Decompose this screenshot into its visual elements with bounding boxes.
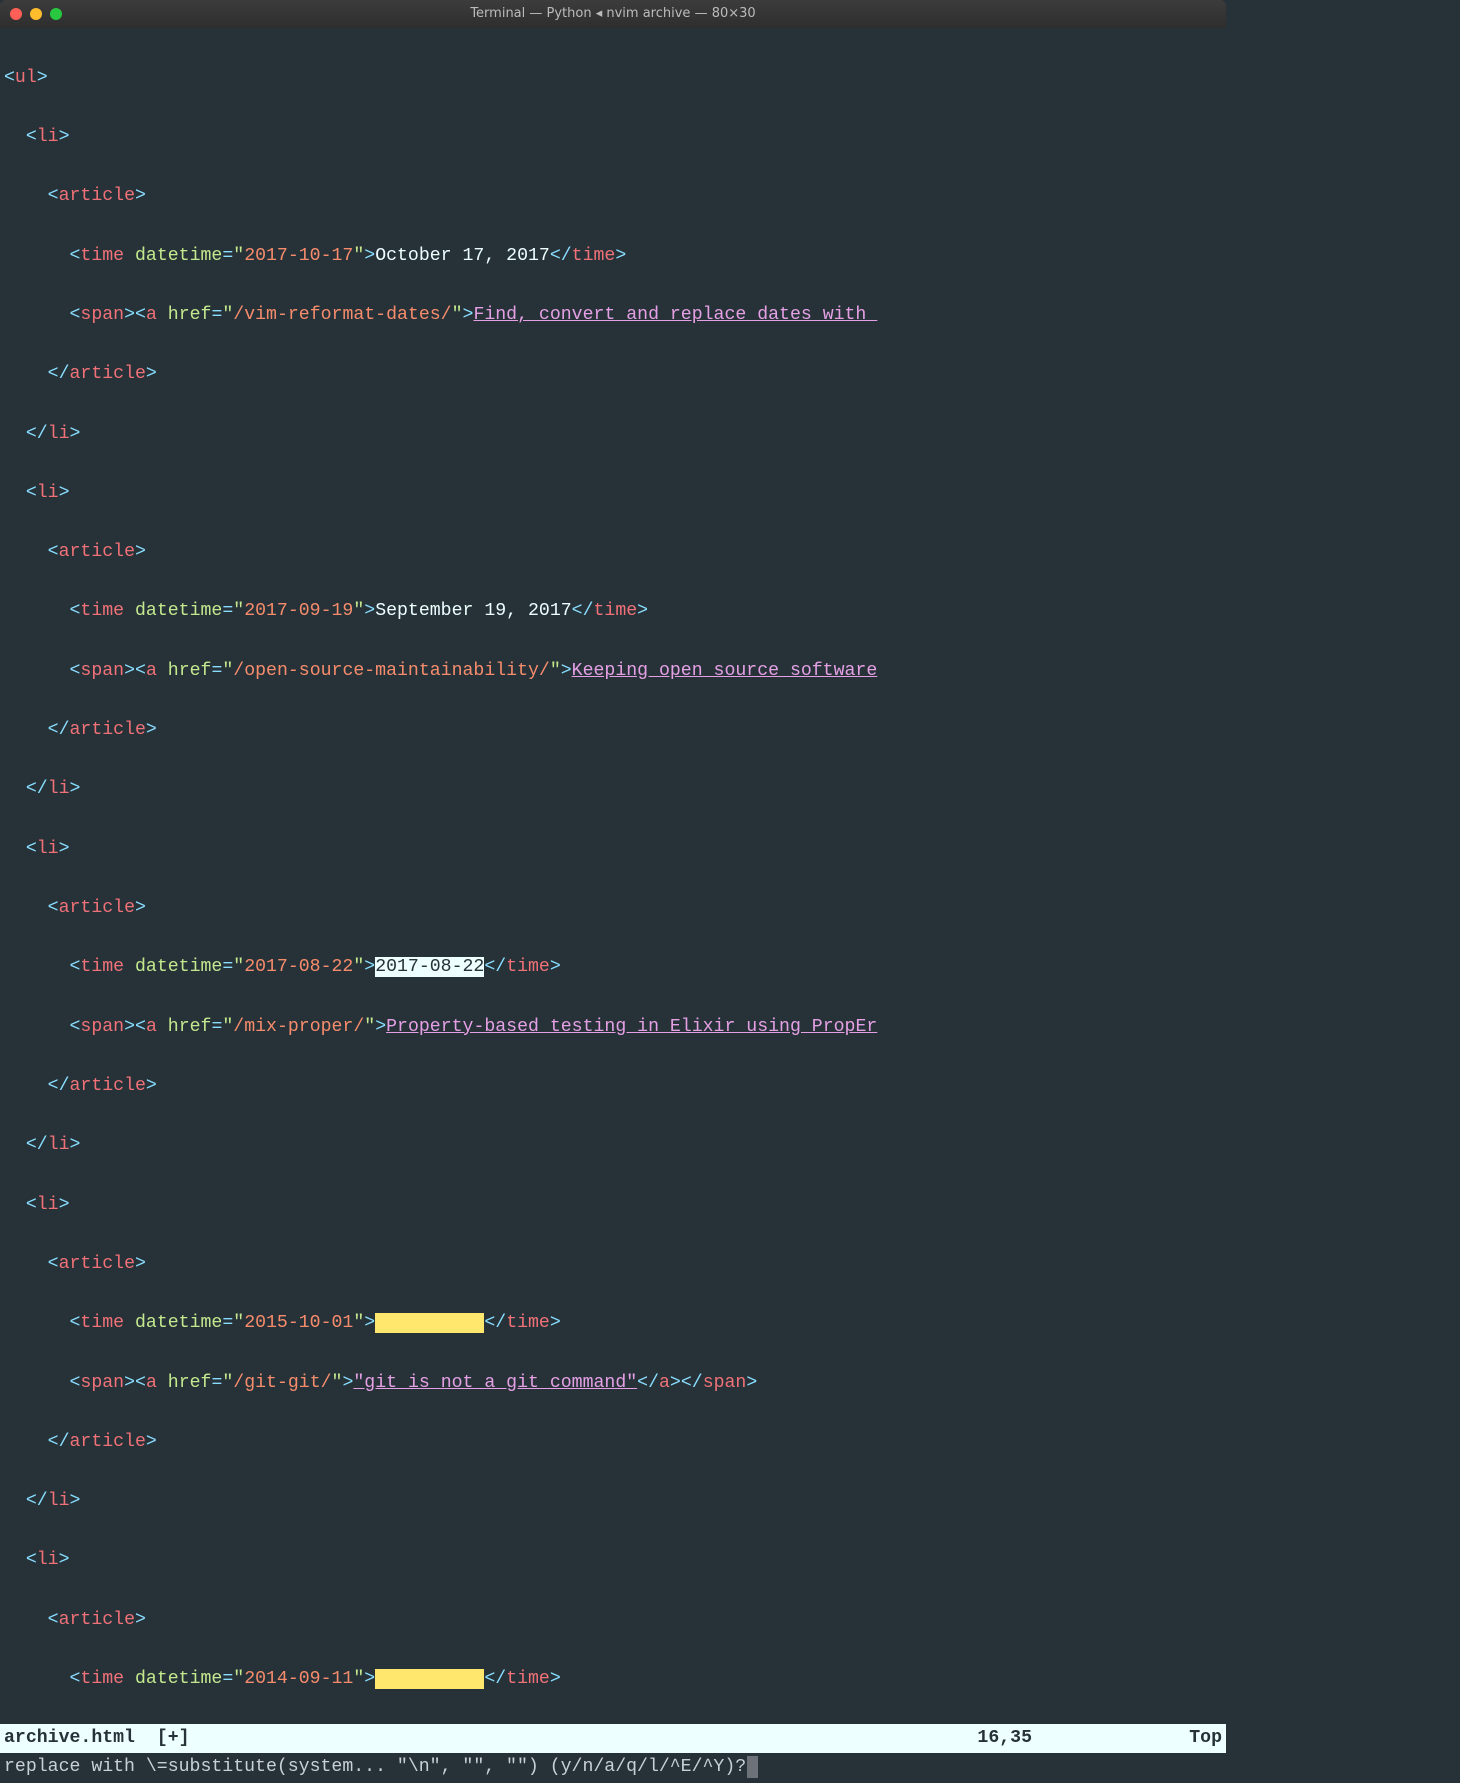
code-line: </article> xyxy=(4,1072,1222,1102)
code-line: <article> xyxy=(4,1606,1222,1636)
commandline[interactable]: replace with \=substitute(system... "\n"… xyxy=(0,1753,1226,1783)
code-line: <article> xyxy=(4,182,1222,212)
code-line: <li> xyxy=(4,123,1222,153)
search-match: 2015-10-01 xyxy=(375,1313,484,1333)
code-line: <time datetime="2017-08-22">2017-08-22</… xyxy=(4,953,1222,983)
code-line: <time datetime="2017-09-19">September 19… xyxy=(4,597,1222,627)
code-line: </li> xyxy=(4,420,1222,450)
code-line: </li> xyxy=(4,1487,1222,1517)
link-text: Keeping open source software xyxy=(572,661,878,681)
code-line: </article> xyxy=(4,360,1222,390)
code-line: <time datetime="2014-09-11">2014-09-11</… xyxy=(4,1665,1222,1695)
code-line: <li> xyxy=(4,1191,1222,1221)
code-line: <span><a href="/vim-reformat-dates/">Fin… xyxy=(4,301,1222,331)
maximize-icon[interactable] xyxy=(50,8,62,20)
editor-area[interactable]: <ul> <li> <article> <time datetime="2017… xyxy=(0,28,1226,1724)
code-line: <article> xyxy=(4,894,1222,924)
code-line: <li> xyxy=(4,835,1222,865)
link-text: "git is not a git command" xyxy=(353,1373,637,1393)
code-line: <li> xyxy=(4,1546,1222,1576)
code-line: </article> xyxy=(4,716,1222,746)
link-text: Find, convert and replace dates with xyxy=(473,305,877,325)
cursor-icon xyxy=(747,1756,758,1778)
statusline: archive.html [+] 16,35 Top xyxy=(0,1724,1226,1753)
code-line: <span><a href="/git-git/">"git is not a … xyxy=(4,1369,1222,1399)
titlebar: Terminal — Python ◂ nvim archive — 80×30 xyxy=(0,0,1226,28)
code-line: <li> xyxy=(4,479,1222,509)
code-line: <ul> xyxy=(4,64,1222,94)
minimize-icon[interactable] xyxy=(30,8,42,20)
code-line: <span><a href="/mix-proper/">Property-ba… xyxy=(4,1013,1222,1043)
code-line: <span><a href="/open-source-maintainabil… xyxy=(4,657,1222,687)
search-match: 2014-09-11 xyxy=(375,1669,484,1689)
status-scroll: Top xyxy=(1032,1724,1222,1754)
code-line: <article> xyxy=(4,538,1222,568)
code-line: <time datetime="2017-10-17">October 17, … xyxy=(4,242,1222,272)
status-filename: archive.html [+] xyxy=(4,1724,190,1754)
window-title: Terminal — Python ◂ nvim archive — 80×30 xyxy=(470,3,755,24)
commandline-text: replace with \=substitute(system... "\n"… xyxy=(4,1753,746,1783)
close-icon[interactable] xyxy=(10,8,22,20)
code-line: </article> xyxy=(4,1428,1222,1458)
traffic-lights xyxy=(10,8,62,20)
code-line: <time datetime="2015-10-01">2015-10-01</… xyxy=(4,1309,1222,1339)
status-position: 16,35 xyxy=(977,1724,1032,1754)
code-line: <article> xyxy=(4,1250,1222,1280)
link-text: Property-based testing in Elixir using P… xyxy=(386,1017,877,1037)
code-line: </li> xyxy=(4,775,1222,805)
search-match-current: 2017-08-22 xyxy=(375,957,484,977)
